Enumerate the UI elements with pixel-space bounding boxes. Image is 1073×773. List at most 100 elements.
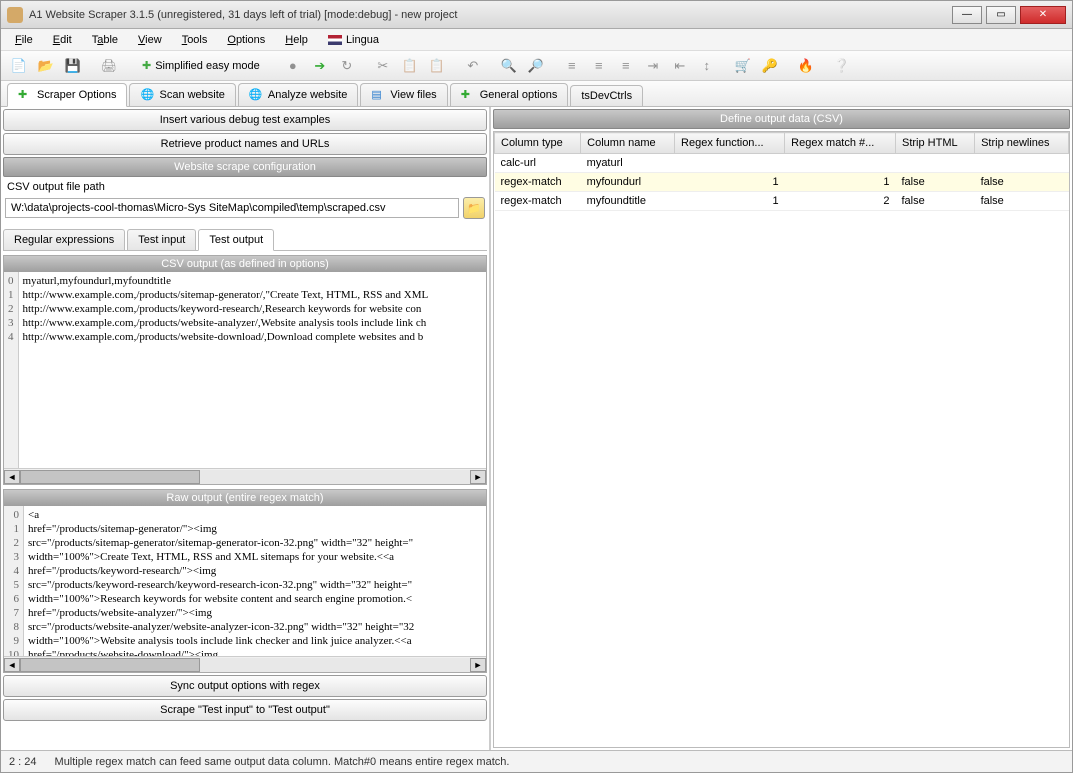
scroll-left-icon[interactable]: ◄ xyxy=(4,658,20,672)
list-item[interactable]: href="/products/website-download/"><img xyxy=(28,648,414,656)
list-item[interactable]: http://www.example.com,/products/website… xyxy=(23,330,429,344)
new-file-button[interactable]: 📄 xyxy=(7,54,31,78)
align-right-button: ≡ xyxy=(614,54,638,78)
menu-file[interactable]: File xyxy=(7,32,41,48)
list-item[interactable]: href="/products/sitemap-generator/"><img xyxy=(28,522,414,536)
menu-help[interactable]: Help xyxy=(277,32,316,48)
menu-view[interactable]: View xyxy=(130,32,170,48)
config-header: Website scrape configuration xyxy=(3,157,487,177)
retrieve-products-button[interactable]: Retrieve product names and URLs xyxy=(3,133,487,155)
plus-green-icon: ✚ xyxy=(18,88,32,102)
subtab-regex[interactable]: Regular expressions xyxy=(3,229,125,250)
list-item[interactable]: width="100%">Website analysis tools incl… xyxy=(28,634,414,648)
column-header[interactable]: Strip newlines xyxy=(975,133,1069,154)
tab-label: View files xyxy=(390,89,436,101)
play-button[interactable]: ➔ xyxy=(308,54,332,78)
column-header[interactable]: Strip HTML xyxy=(895,133,974,154)
plus-green-icon: ✚ xyxy=(461,88,475,102)
open-file-button[interactable]: 📂 xyxy=(34,54,58,78)
raw-scrollbar[interactable]: ◄ ► xyxy=(4,656,486,672)
record-button: ● xyxy=(281,54,305,78)
close-button[interactable]: ✕ xyxy=(1020,6,1066,24)
csv-scrollbar[interactable]: ◄ ► xyxy=(4,468,486,484)
menu-table[interactable]: Table xyxy=(84,32,126,48)
list-item[interactable]: href="/products/keyword-research/"><img xyxy=(28,564,414,578)
insert-debug-button[interactable]: Insert various debug test examples xyxy=(3,109,487,131)
scrape-test-button[interactable]: Scrape "Test input" to "Test output" xyxy=(3,699,487,721)
scroll-right-icon[interactable]: ► xyxy=(470,658,486,672)
cursor-position: 2 : 24 xyxy=(9,756,37,768)
tab-view-files[interactable]: ▤ View files xyxy=(360,83,447,106)
sync-output-button[interactable]: Sync output options with regex xyxy=(3,675,487,697)
list-item[interactable]: src="/products/keyword-research/keyword-… xyxy=(28,578,414,592)
column-header[interactable]: Regex match #... xyxy=(785,133,896,154)
raw-output-title: Raw output (entire regex match) xyxy=(4,490,486,506)
list-item[interactable]: http://www.example.com,/products/website… xyxy=(23,316,429,330)
table-row[interactable]: regex-matchmyfoundtitle12falsefalse xyxy=(495,192,1069,211)
menu-options[interactable]: Options xyxy=(219,32,273,48)
right-pane: Define output data (CSV) Column typeColu… xyxy=(491,107,1072,750)
column-header[interactable]: Column type xyxy=(495,133,581,154)
home-button[interactable]: 🔥 xyxy=(794,54,818,78)
list-item[interactable]: src="/products/website-analyzer/website-… xyxy=(28,620,414,634)
list-item[interactable]: http://www.example.com,/products/keyword… xyxy=(23,302,429,316)
align-center-button: ≡ xyxy=(587,54,611,78)
raw-output-block: Raw output (entire regex match) 01234567… xyxy=(3,489,487,673)
output-grid[interactable]: Column typeColumn nameRegex function...R… xyxy=(493,131,1070,748)
indent-button: ⇥ xyxy=(641,54,665,78)
scroll-left-icon[interactable]: ◄ xyxy=(4,470,20,484)
copy-button: 📋 xyxy=(398,54,422,78)
cart-button[interactable]: 🛒 xyxy=(731,54,755,78)
browse-button[interactable]: 📁 xyxy=(463,197,485,219)
tab-scraper-options[interactable]: ✚ Scraper Options xyxy=(7,83,127,107)
list-item[interactable]: <a xyxy=(28,508,414,522)
tab-analyze-website[interactable]: 🌐 Analyze website xyxy=(238,83,359,106)
main-tabs: ✚ Scraper Options 🌐 Scan website 🌐 Analy… xyxy=(1,81,1072,107)
csv-output-listing[interactable]: 01234 myaturl,myfoundurl,myfoundtitlehtt… xyxy=(4,272,486,468)
simplified-label: Simplified easy mode xyxy=(155,60,260,72)
list-item[interactable]: width="100%">Research keywords for websi… xyxy=(28,592,414,606)
search-button[interactable]: 🔍 xyxy=(497,54,521,78)
list-item[interactable]: http://www.example.com,/products/sitemap… xyxy=(23,288,429,302)
list-item[interactable]: href="/products/website-analyzer/"><img xyxy=(28,606,414,620)
column-header[interactable]: Column name xyxy=(581,133,675,154)
help-button[interactable]: ❔ xyxy=(830,54,854,78)
tab-label: Scraper Options xyxy=(37,89,116,101)
statusbar: 2 : 24 Multiple regex match can feed sam… xyxy=(1,750,1072,772)
subtab-test-input[interactable]: Test input xyxy=(127,229,196,250)
menubar: File Edit Table View Tools Options Help … xyxy=(1,29,1072,51)
column-header[interactable]: Regex function... xyxy=(675,133,785,154)
scroll-right-icon[interactable]: ► xyxy=(470,470,486,484)
globe-icon: 🌐 xyxy=(140,88,154,102)
csv-path-input[interactable] xyxy=(5,198,459,218)
menu-tools[interactable]: Tools xyxy=(174,32,216,48)
list-item[interactable]: width="100%">Create Text, HTML, RSS and … xyxy=(28,550,414,564)
key-button[interactable]: 🔑 xyxy=(758,54,782,78)
simplified-mode-button[interactable]: ✚ Simplified easy mode xyxy=(133,54,269,78)
table-row[interactable]: calc-urlmyaturl xyxy=(495,154,1069,173)
maximize-button[interactable]: ▭ xyxy=(986,6,1016,24)
left-pane: Insert various debug test examples Retri… xyxy=(1,107,491,750)
list-item[interactable]: myaturl,myfoundurl,myfoundtitle xyxy=(23,274,429,288)
tab-tsdevctrls[interactable]: tsDevCtrls xyxy=(570,85,643,106)
search-next-button[interactable]: 🔎 xyxy=(524,54,548,78)
minimize-button[interactable]: — xyxy=(952,6,982,24)
undo-button: ↶ xyxy=(461,54,485,78)
titlebar: A1 Website Scraper 3.1.5 (unregistered, … xyxy=(1,1,1072,29)
status-message: Multiple regex match can feed same outpu… xyxy=(55,756,510,768)
flag-icon xyxy=(328,35,342,45)
tab-general-options[interactable]: ✚ General options xyxy=(450,83,569,106)
subtab-test-output[interactable]: Test output xyxy=(198,229,274,251)
subtabs: Regular expressions Test input Test outp… xyxy=(3,229,487,251)
save-button[interactable]: 💾 xyxy=(61,54,85,78)
define-output-header: Define output data (CSV) xyxy=(493,109,1070,129)
tab-scan-website[interactable]: 🌐 Scan website xyxy=(129,83,235,106)
tab-label: Analyze website xyxy=(268,89,348,101)
menu-edit[interactable]: Edit xyxy=(45,32,80,48)
raw-output-listing[interactable]: 012345678910 <ahref="/products/sitemap-g… xyxy=(4,506,486,656)
cut-button: ✂ xyxy=(371,54,395,78)
menu-lingua[interactable]: Lingua xyxy=(320,32,387,48)
list-item[interactable]: src="/products/sitemap-generator/sitemap… xyxy=(28,536,414,550)
table-row[interactable]: regex-matchmyfoundurl11falsefalse xyxy=(495,173,1069,192)
window-title: A1 Website Scraper 3.1.5 (unregistered, … xyxy=(29,9,952,21)
